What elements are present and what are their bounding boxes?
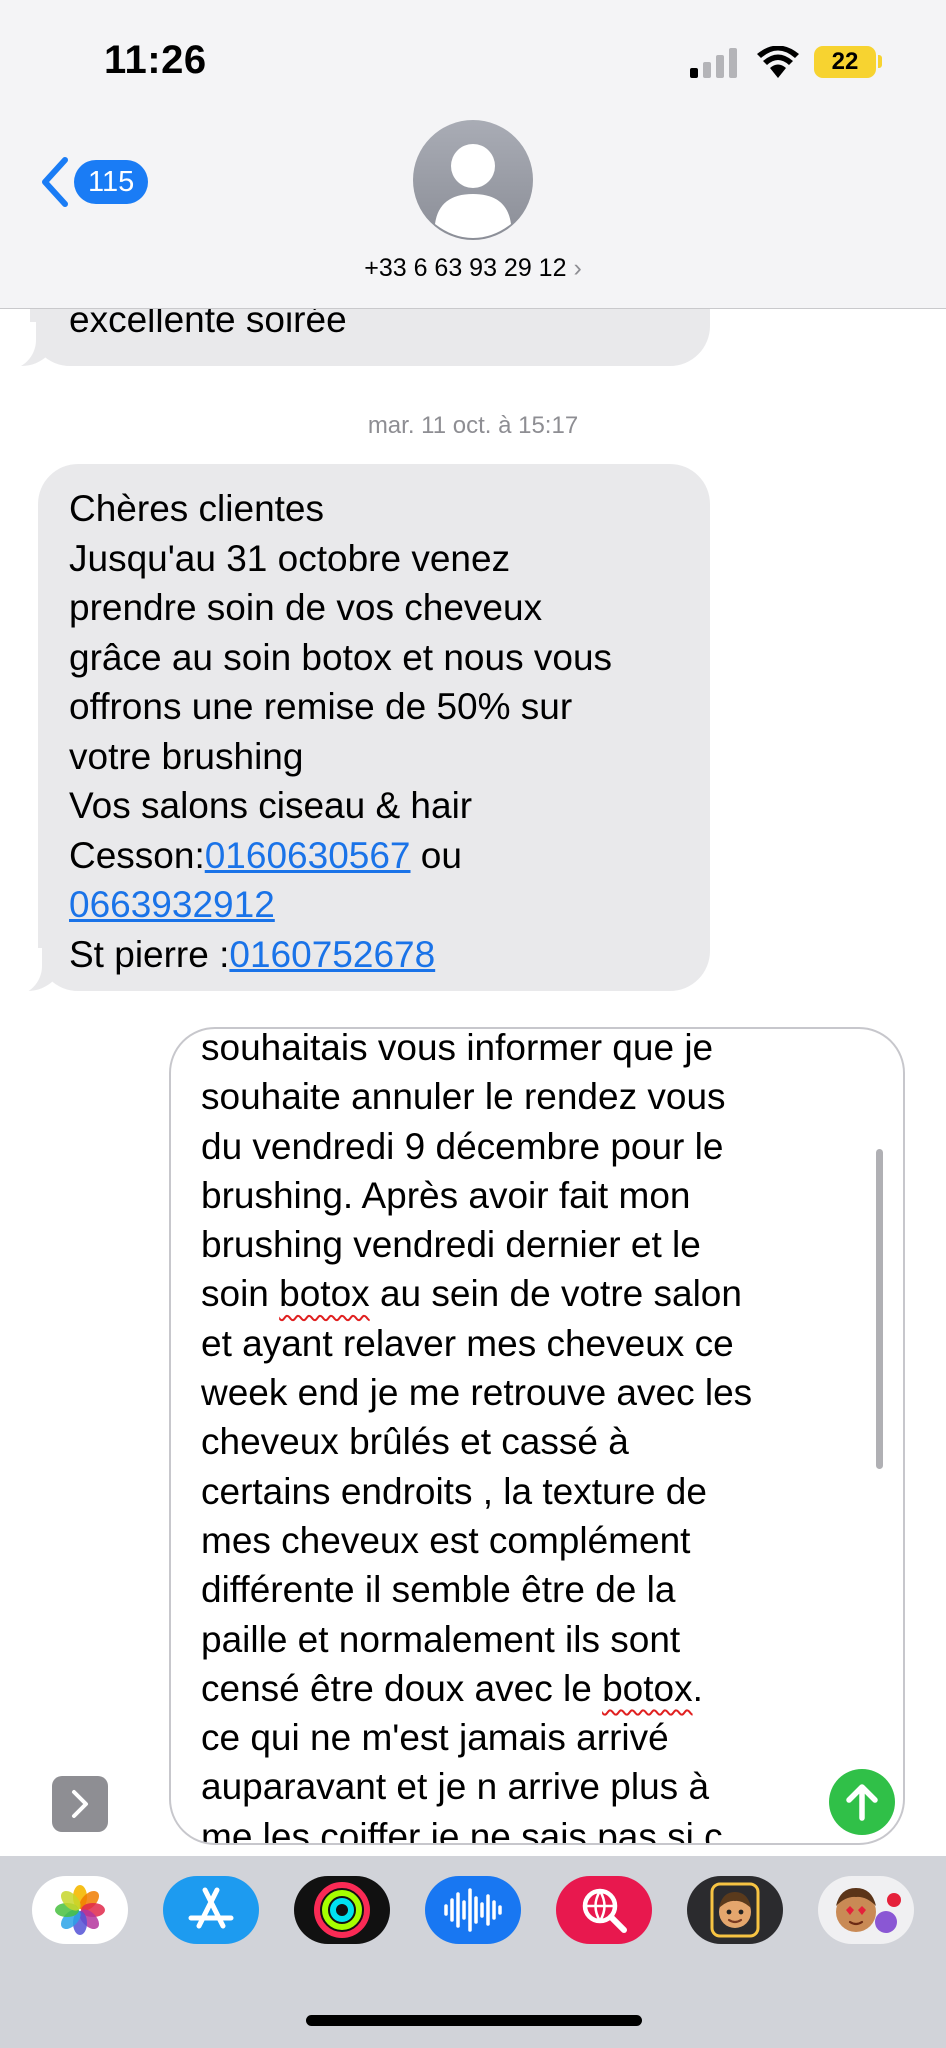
- compose-text-segment: censé être doux avec le: [201, 1667, 603, 1709]
- scrollbar[interactable]: [876, 1149, 883, 1469]
- compose-text-segment: brushing. Après avoir fait mon: [201, 1174, 691, 1216]
- contact-number[interactable]: +33 6 63 93 29 12: [364, 254, 566, 282]
- audio-message-icon: [444, 1888, 502, 1932]
- memoji-stickers-icon: [836, 1888, 901, 1933]
- chevron-right-icon: ›: [573, 254, 582, 282]
- memoji-stickers-button[interactable]: [818, 1876, 914, 1944]
- misspelled-word[interactable]: botox: [279, 1273, 370, 1314]
- message-line: Jusqu'au 31 octobre venez: [69, 537, 511, 579]
- cellular-signal-icon: [690, 48, 737, 78]
- compose-text-segment: souhaite annuler le rendez vous: [201, 1076, 726, 1118]
- battery-nub: [878, 55, 882, 68]
- person-silhouette-icon: [435, 144, 511, 238]
- fitness-button[interactable]: [294, 1876, 390, 1944]
- expand-apps-button[interactable]: [52, 1776, 108, 1832]
- status-time: 11:26: [104, 38, 207, 82]
- compose-text-segment: mes cheveux est complément: [201, 1519, 691, 1561]
- home-indicator[interactable]: [306, 2015, 642, 2026]
- compose-text-segment: .: [692, 1667, 703, 1709]
- memoji-icon: [710, 1882, 760, 1938]
- compose-line: souhaitais vous informer que je: [201, 1027, 841, 1072]
- compose-line: auparavant et je n arrive plus à: [201, 1762, 841, 1811]
- compose-line: me les coiffer je ne sais pas si c: [201, 1812, 841, 1845]
- compose-text-segment: brushing vendredi dernier et le: [201, 1224, 701, 1266]
- contact-name[interactable]: +33 6 63 93 29 12 ›: [0, 254, 946, 283]
- compose-text-segment: certains endroits , la texture de: [201, 1470, 707, 1512]
- battery-indicator: 22: [814, 46, 876, 78]
- compose-text-segment: soin: [201, 1273, 280, 1315]
- compose-text-segment: du vendredi 9 décembre pour le: [201, 1125, 724, 1167]
- compose-line: paille et normalement ils sont: [201, 1615, 841, 1664]
- conversation-header: 11:26 22 115 +33 6 63 93 29 12 ›: [0, 0, 946, 309]
- compose-text-segment: auparavant et je n arrive plus à: [201, 1766, 710, 1808]
- compose-line: soin botox au sein de votre salon: [201, 1269, 841, 1318]
- message-line: prendre soin de vos cheveux: [69, 587, 543, 628]
- compose-line: souhaite annuler le rendez vous: [201, 1072, 841, 1121]
- compose-line: du vendredi 9 décembre pour le: [201, 1122, 841, 1171]
- back-chevron-icon[interactable]: [40, 156, 70, 208]
- contact-avatar[interactable]: [413, 120, 533, 240]
- received-message-bubble[interactable]: Chères clientes Jusqu'au 31 octobre vene…: [38, 464, 710, 991]
- cesson-label: Cesson:: [69, 834, 205, 876]
- photos-app-button[interactable]: [32, 1876, 128, 1944]
- compose-line: brushing. Après avoir fait mon: [201, 1171, 841, 1220]
- fitness-rings-icon: [314, 1882, 370, 1938]
- compose-text-segment: ce qui ne m'est jamais arrivé: [201, 1717, 669, 1759]
- compose-line: certains endroits , la texture de: [201, 1467, 841, 1516]
- audio-message-button[interactable]: [425, 1876, 521, 1944]
- wifi-icon: [757, 46, 799, 78]
- message-line: Chères clientes: [69, 488, 325, 529]
- compose-text-segment: souhaitais vous informer que je: [201, 1027, 714, 1068]
- phone-link[interactable]: 0160630567: [205, 835, 411, 876]
- compose-line: week end je me retrouve avec les: [201, 1368, 841, 1417]
- memoji-button[interactable]: [687, 1876, 783, 1944]
- message-line: votre brushing: [69, 735, 304, 777]
- compose-text-segment: week end je me retrouve avec les: [201, 1372, 753, 1414]
- message-line: offrons une remise de 50% sur: [69, 686, 573, 727]
- arrow-up-icon: [846, 1784, 878, 1821]
- compose-text-segment: différente il semble être de la: [201, 1569, 676, 1611]
- compose-line: brushing vendredi dernier et le: [201, 1220, 841, 1269]
- message-compose-field[interactable]: souhaitais vous informer que je souhaite …: [169, 1027, 905, 1845]
- compose-text-segment: au sein de votre salon: [369, 1273, 742, 1315]
- compose-text-segment: cheveux brûlés et cassé à: [201, 1421, 629, 1463]
- misspelled-word[interactable]: botox: [602, 1668, 693, 1709]
- or-text: ou: [410, 834, 462, 876]
- compose-text-segment: me les coiffer je ne sais pas si c: [201, 1815, 723, 1845]
- compose-line: ce qui ne m'est jamais arrivé: [201, 1713, 841, 1762]
- message-line: Vos salons ciseau & hair: [69, 785, 473, 826]
- chevron-right-icon: [72, 1790, 88, 1818]
- app-store-icon: [188, 1887, 234, 1929]
- send-button[interactable]: [829, 1769, 895, 1835]
- message-line: Cesson:0160630567 ou: [69, 831, 710, 881]
- phone-link[interactable]: 0160752678: [229, 934, 435, 975]
- web-search-icon: [582, 1888, 627, 1933]
- compose-line: et ayant relaver mes cheveux ce: [201, 1319, 841, 1368]
- photos-icon: [55, 1885, 105, 1935]
- compose-text-segment: et ayant relaver mes cheveux ce: [201, 1322, 734, 1364]
- compose-line: différente il semble être de la: [201, 1565, 841, 1614]
- compose-line: censé être doux avec le botox.: [201, 1664, 841, 1713]
- app-store-button[interactable]: [163, 1876, 259, 1944]
- message-line: St pierre :0160752678: [69, 930, 710, 980]
- stpierre-label: St pierre :: [69, 933, 230, 975]
- message-timestamp: mar. 11 oct. à 15:17: [367, 412, 579, 439]
- message-line: grâce au soin botox et nous vous: [69, 636, 613, 678]
- compose-line: mes cheveux est complément: [201, 1516, 841, 1565]
- web-search-button[interactable]: [556, 1876, 652, 1944]
- previous-message-bubble[interactable]: excellente soirée: [30, 300, 710, 366]
- compose-line: cheveux brûlés et cassé à: [201, 1417, 841, 1466]
- compose-text-segment: paille et normalement ils sont: [201, 1618, 681, 1660]
- compose-text: souhaitais vous informer que je souhaite …: [201, 1027, 841, 1845]
- message-line: 0663932912: [69, 880, 710, 930]
- phone-link[interactable]: 0663932912: [69, 884, 275, 925]
- unread-count-badge[interactable]: 115: [74, 160, 149, 204]
